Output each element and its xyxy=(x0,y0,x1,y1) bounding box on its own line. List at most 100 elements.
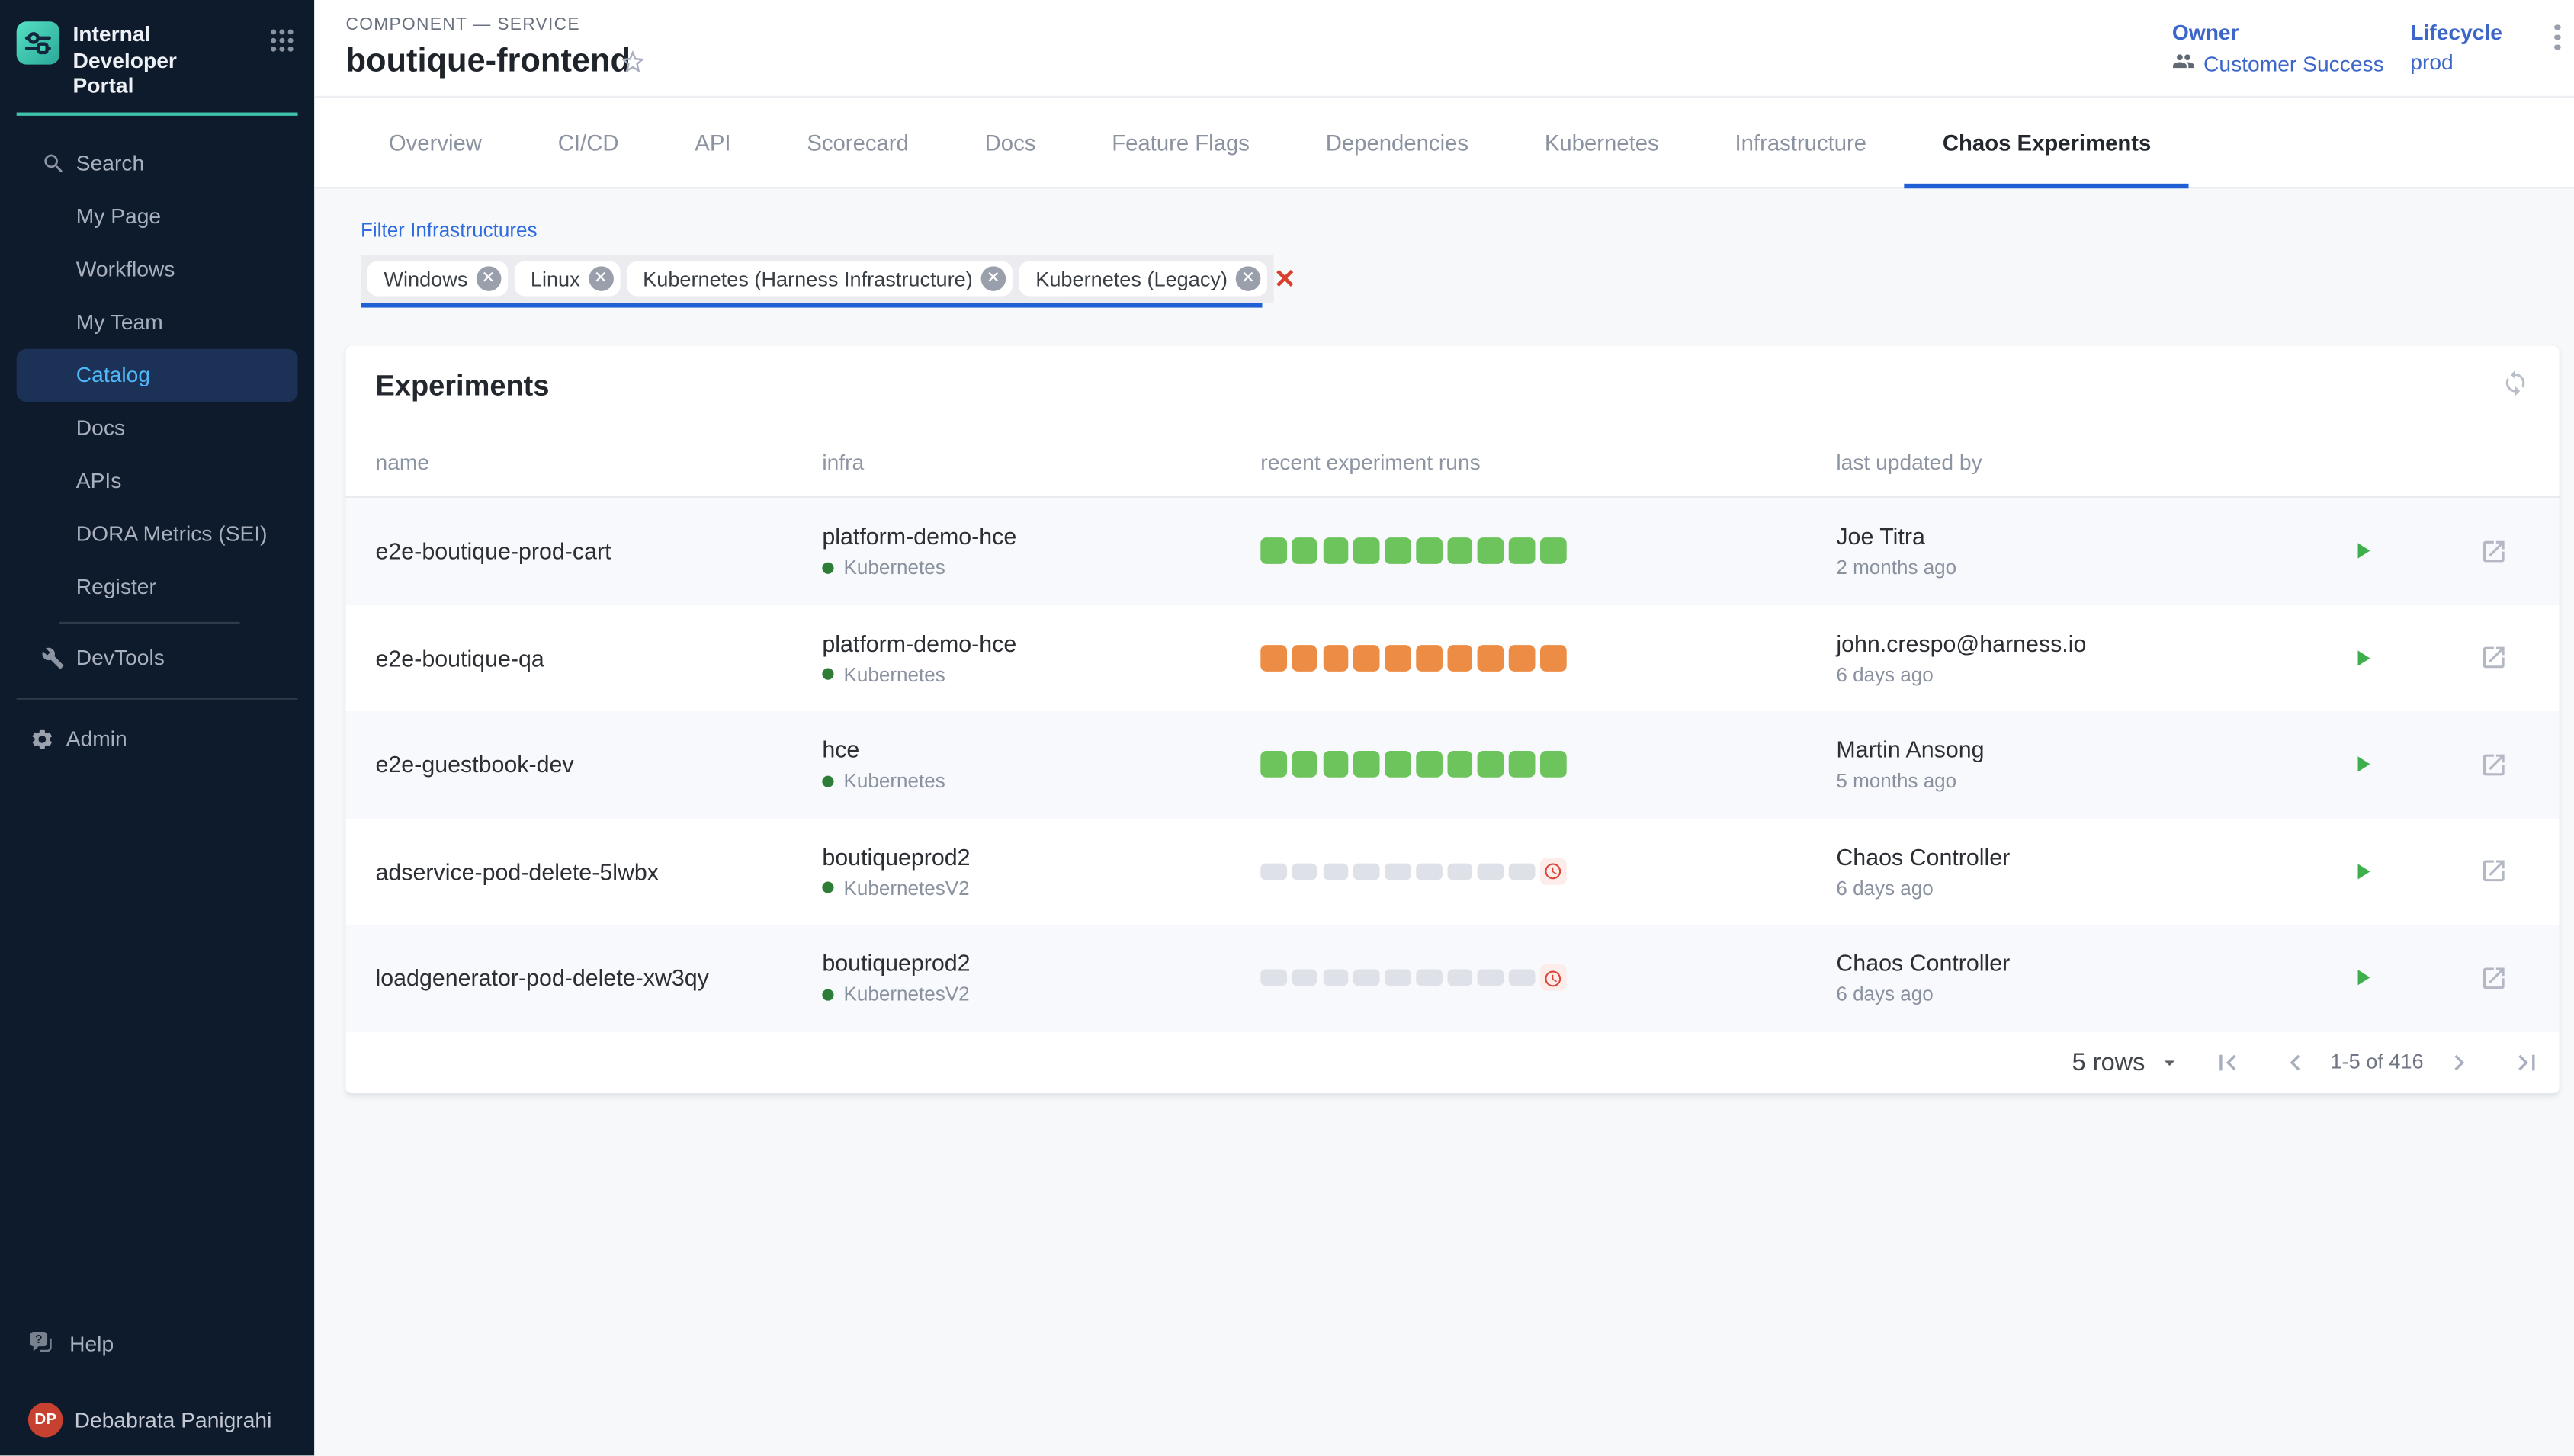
experiment-name: adservice-pod-delete-5lwbx xyxy=(345,858,822,885)
owner-link[interactable]: Customer Success xyxy=(2172,50,2384,78)
table-row[interactable]: e2e-boutique-prod-cart platform-demo-hce… xyxy=(345,498,2559,605)
run-empty xyxy=(1323,863,1349,879)
tab-feature-flags[interactable]: Feature Flags xyxy=(1074,98,1288,187)
sidebar-divider xyxy=(17,111,298,114)
pagination: 5 rows 1-5 of 416 xyxy=(345,1031,2559,1092)
infra-type: Kubernetes xyxy=(844,663,945,686)
previous-page-button[interactable] xyxy=(2279,1046,2310,1077)
table-row[interactable]: loadgenerator-pod-delete-xw3qy boutiquep… xyxy=(345,925,2559,1031)
run-success xyxy=(1478,752,1504,778)
play-icon[interactable] xyxy=(2349,964,2376,991)
column-recent-runs[interactable]: recent experiment runs xyxy=(1260,450,1836,475)
rows-per-page-select[interactable]: 5 rows xyxy=(2072,1048,2182,1076)
filter-chip-kubernetes-legacy[interactable]: Kubernetes (Legacy) ✕ xyxy=(1019,261,1268,297)
star-icon[interactable] xyxy=(618,48,647,85)
sidebar-item-catalog[interactable]: Catalog xyxy=(17,348,298,401)
tab-api[interactable]: API xyxy=(656,98,769,187)
breadcrumb: COMPONENT — SERVICE xyxy=(345,15,579,35)
recent-runs xyxy=(1260,752,1836,778)
tab-ci-cd[interactable]: CI/CD xyxy=(520,98,657,187)
run-failed xyxy=(1354,645,1380,671)
tab-docs[interactable]: Docs xyxy=(947,98,1074,187)
filter-chip-linux[interactable]: Linux ✕ xyxy=(514,261,620,297)
page-title: boutique-frontend xyxy=(345,43,631,81)
open-in-new-icon[interactable] xyxy=(2479,537,2508,566)
sidebar-item-workflows[interactable]: Workflows xyxy=(0,242,314,295)
tab-infrastructure[interactable]: Infrastructure xyxy=(1697,98,1905,187)
column-infra[interactable]: infra xyxy=(822,450,1260,475)
recent-runs xyxy=(1260,965,1836,991)
open-in-new-icon[interactable] xyxy=(2479,751,2508,779)
status-dot xyxy=(822,882,833,893)
table-row[interactable]: e2e-boutique-qa platform-demo-hce Kubern… xyxy=(345,605,2559,711)
tab-scorecard[interactable]: Scorecard xyxy=(769,98,946,187)
play-icon[interactable] xyxy=(2349,858,2376,885)
apps-grid-icon[interactable] xyxy=(270,28,295,61)
infra-cell: boutiqueprod2 KubernetesV2 xyxy=(822,950,1260,1006)
open-in-new-icon[interactable] xyxy=(2479,857,2508,885)
run-success xyxy=(1385,538,1411,564)
infra-type: KubernetesV2 xyxy=(844,876,970,899)
sidebar-item-my-team[interactable]: My Team xyxy=(0,295,314,348)
infra-name: platform-demo-hce xyxy=(822,523,1260,550)
sidebar-item-docs[interactable]: Docs xyxy=(0,401,314,454)
infra-type: Kubernetes xyxy=(844,556,945,579)
infra-cell: platform-demo-hce Kubernetes xyxy=(822,630,1260,686)
run-success xyxy=(1323,752,1349,778)
owner-value: Customer Success xyxy=(2203,51,2384,76)
sidebar-item-label: Search xyxy=(76,150,144,175)
open-in-new-icon[interactable] xyxy=(2479,964,2508,992)
sidebar-item-apis[interactable]: APIs xyxy=(0,454,314,507)
play-icon[interactable] xyxy=(2349,645,2376,672)
tab-overview[interactable]: Overview xyxy=(351,98,520,187)
updated-ago: 6 days ago xyxy=(1836,876,2349,899)
last-page-button[interactable] xyxy=(2511,1046,2543,1077)
experiment-name: e2e-boutique-prod-cart xyxy=(345,538,822,565)
tab-dependencies[interactable]: Dependencies xyxy=(1288,98,1507,187)
sidebar-item-help[interactable]: ? Help xyxy=(0,1317,314,1370)
chip-close-icon[interactable]: ✕ xyxy=(981,266,1006,291)
play-icon[interactable] xyxy=(2349,538,2376,565)
clear-filters-icon[interactable]: ✕ xyxy=(1274,255,1296,303)
sidebar-item-devtools[interactable]: DevTools xyxy=(0,631,314,684)
user-menu[interactable]: DP Debabrata Panigrahi xyxy=(0,1393,314,1446)
status-dot xyxy=(822,775,833,787)
table-header: name infra recent experiment runs last u… xyxy=(345,403,2559,498)
column-name[interactable]: name xyxy=(345,450,822,475)
sidebar-divider xyxy=(59,621,239,623)
sidebar-item-dora-metrics-sei[interactable]: DORA Metrics (SEI) xyxy=(0,507,314,560)
filter-chip-windows[interactable]: Windows ✕ xyxy=(367,261,508,297)
owner-label: Owner xyxy=(2172,20,2384,45)
filter-chip-kubernetes-harness-infrastructure[interactable]: Kubernetes (Harness Infrastructure) ✕ xyxy=(626,261,1012,297)
first-page-button[interactable] xyxy=(2211,1046,2242,1077)
table-row[interactable]: adservice-pod-delete-5lwbx boutiqueprod2… xyxy=(345,818,2559,925)
sidebar-item-my-page[interactable]: My Page xyxy=(0,189,314,242)
filter-chips[interactable]: Windows ✕ Linux ✕ Kubernetes (Harness In… xyxy=(361,255,1274,303)
lifecycle-block: Lifecycle prod xyxy=(2410,20,2502,75)
row-actions xyxy=(2349,964,2560,992)
chip-close-icon[interactable]: ✕ xyxy=(476,266,501,291)
refresh-icon[interactable] xyxy=(2502,369,2530,406)
next-page-button[interactable] xyxy=(2444,1046,2475,1077)
filter-infrastructures-label[interactable]: Filter Infrastructures xyxy=(361,218,538,241)
column-last-updated[interactable]: last updated by xyxy=(1836,450,2349,475)
chip-close-icon[interactable]: ✕ xyxy=(1236,266,1261,291)
sidebar-item-admin[interactable]: Admin xyxy=(0,712,314,765)
tab-kubernetes[interactable]: Kubernetes xyxy=(1507,98,1697,187)
infrastructure-filter-input[interactable]: Windows ✕ Linux ✕ Kubernetes (Harness In… xyxy=(361,255,1262,307)
chip-close-icon[interactable]: ✕ xyxy=(589,266,614,291)
sidebar-item-register[interactable]: Register xyxy=(0,560,314,612)
table-row[interactable]: e2e-guestbook-dev hce Kubernetes Martin … xyxy=(345,711,2559,818)
tab-chaos-experiments[interactable]: Chaos Experiments xyxy=(1905,98,2189,187)
infra-cell: platform-demo-hce Kubernetes xyxy=(822,523,1260,579)
sidebar-item-search[interactable]: Search xyxy=(0,136,314,189)
clock-icon xyxy=(1540,858,1566,884)
open-in-new-icon[interactable] xyxy=(2479,644,2508,672)
row-actions xyxy=(2349,644,2560,672)
kebab-menu-icon[interactable] xyxy=(2547,25,2567,50)
run-empty xyxy=(1447,970,1473,986)
sidebar-item-label: Catalog xyxy=(76,362,150,387)
owner-block: Owner Customer Success xyxy=(2172,20,2384,78)
sidebar-item-label: Help xyxy=(69,1331,114,1356)
play-icon[interactable] xyxy=(2349,752,2376,778)
